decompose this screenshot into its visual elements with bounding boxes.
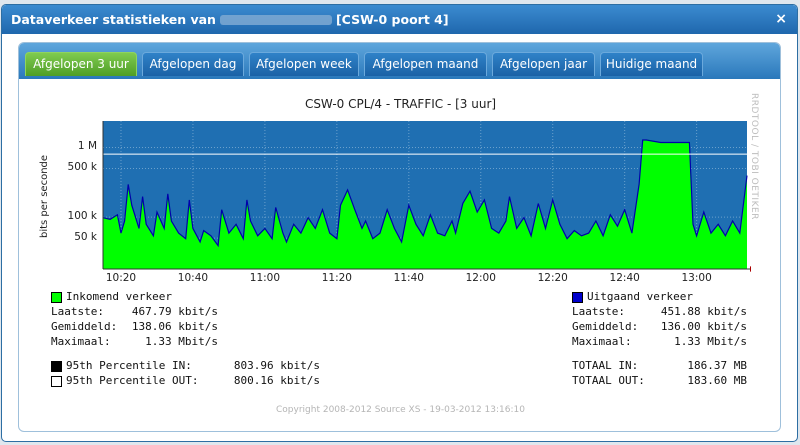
percentile-in-swatch (51, 360, 62, 372)
legend-out-avg-value: 136.00 kbit/s (660, 320, 747, 333)
legend-in-max-value: 1.33 Mbit/s (145, 335, 218, 348)
legend-in-row: Laatste: (51, 305, 104, 318)
percentile-out-swatch (51, 375, 62, 387)
tab-huidige-maand[interactable]: Huidige maand (600, 52, 703, 76)
legend-out-title: Uitgaand verkeer (572, 290, 693, 303)
percentile-out-label: 95th Percentile OUT: (66, 374, 199, 387)
legend-out-row: Maximaal: (572, 335, 632, 348)
tab-bar: Afgelopen 3 uur Afgelopen dag Afgelopen … (19, 43, 780, 79)
tab-afgelopen-jaar[interactable]: Afgelopen jaar (492, 52, 595, 76)
y-tick-label: 50 k (74, 231, 97, 244)
y-tick-label: 1 M (77, 140, 97, 153)
total-in-label: TOTAAL IN: (572, 359, 639, 372)
y-tick-label: 100 k (67, 210, 97, 223)
legend-out-swatch (572, 291, 583, 303)
tab-afgelopen-dag[interactable]: Afgelopen dag (142, 52, 244, 76)
percentile-in-row: 95th Percentile IN: (51, 359, 192, 372)
legend-in-row: Gemiddeld: (51, 320, 117, 333)
chart-title: CSW-0 CPL/4 - TRAFFIC - [3 uur] (304, 97, 497, 111)
legend-out-max-label: Maximaal: (572, 335, 632, 348)
traffic-chart (102, 121, 751, 272)
percentile-in-label: 95th Percentile IN: (66, 359, 192, 372)
legend-in-title: Inkomend verkeer (51, 290, 172, 303)
legend-out-avg-label: Gemiddeld: (572, 320, 639, 333)
y-tick-label: 500 k (67, 161, 97, 174)
legend-out-last-label: Laatste: (572, 305, 625, 318)
redacted-hostname (219, 14, 332, 25)
legend-out-row: Gemiddeld: (572, 320, 638, 333)
legend-in-avg-label: Gemiddeld: (51, 320, 118, 333)
percentile-in-value: 803.96 kbit/s (233, 359, 320, 372)
legend-out-last-value: 451.88 kbit/s (660, 305, 747, 318)
legend-in-max-label: Maximaal: (51, 335, 111, 348)
x-axis-arrow (750, 266, 751, 272)
dialog-title: Dataverkeer statistieken van [CSW-0 poort… (11, 12, 449, 27)
close-icon[interactable]: × (775, 11, 787, 27)
tab-afgelopen-week[interactable]: Afgelopen week (249, 52, 359, 76)
percentile-out-row: 95th Percentile OUT: (51, 374, 198, 387)
legend-in-label: Inkomend verkeer (66, 290, 172, 303)
tab-afgelopen-maand[interactable]: Afgelopen maand (364, 52, 487, 76)
legend-in-last-value: 467.79 kbit/s (131, 305, 218, 318)
legend-out-row: Laatste: (572, 305, 625, 318)
dialog-titlebar[interactable]: Dataverkeer statistieken van [CSW-0 poort… (2, 5, 797, 34)
legend-in-swatch (51, 291, 62, 303)
percentile-out-value: 800.16 kbit/s (233, 374, 320, 387)
legend-out-max-value: 1.33 Mbit/s (674, 335, 747, 348)
legend-out-label: Uitgaand verkeer (587, 290, 693, 303)
legend-in-row: Maximaal: (51, 335, 111, 348)
dialog-title-suffix: [CSW-0 poort 4] (335, 12, 449, 27)
tab-panel: Afgelopen 3 uur Afgelopen dag Afgelopen … (18, 42, 781, 432)
tab-afgelopen-3-uur[interactable]: Afgelopen 3 uur (25, 52, 137, 76)
traffic-stats-dialog: Dataverkeer statistieken van [CSW-0 poort… (1, 4, 798, 442)
dialog-title-prefix: Dataverkeer statistieken van (11, 12, 216, 27)
total-out-value: 183.60 MB (687, 374, 747, 387)
legend-in-avg-value: 138.06 kbit/s (131, 320, 218, 333)
total-in-value: 186.37 MB (687, 359, 747, 372)
legend-in-last-label: Laatste: (51, 305, 104, 318)
total-out-label: TOTAAL OUT: (572, 374, 645, 387)
copyright-footer: Copyright 2008-2012 Source XS - 19-03-20… (276, 405, 525, 415)
